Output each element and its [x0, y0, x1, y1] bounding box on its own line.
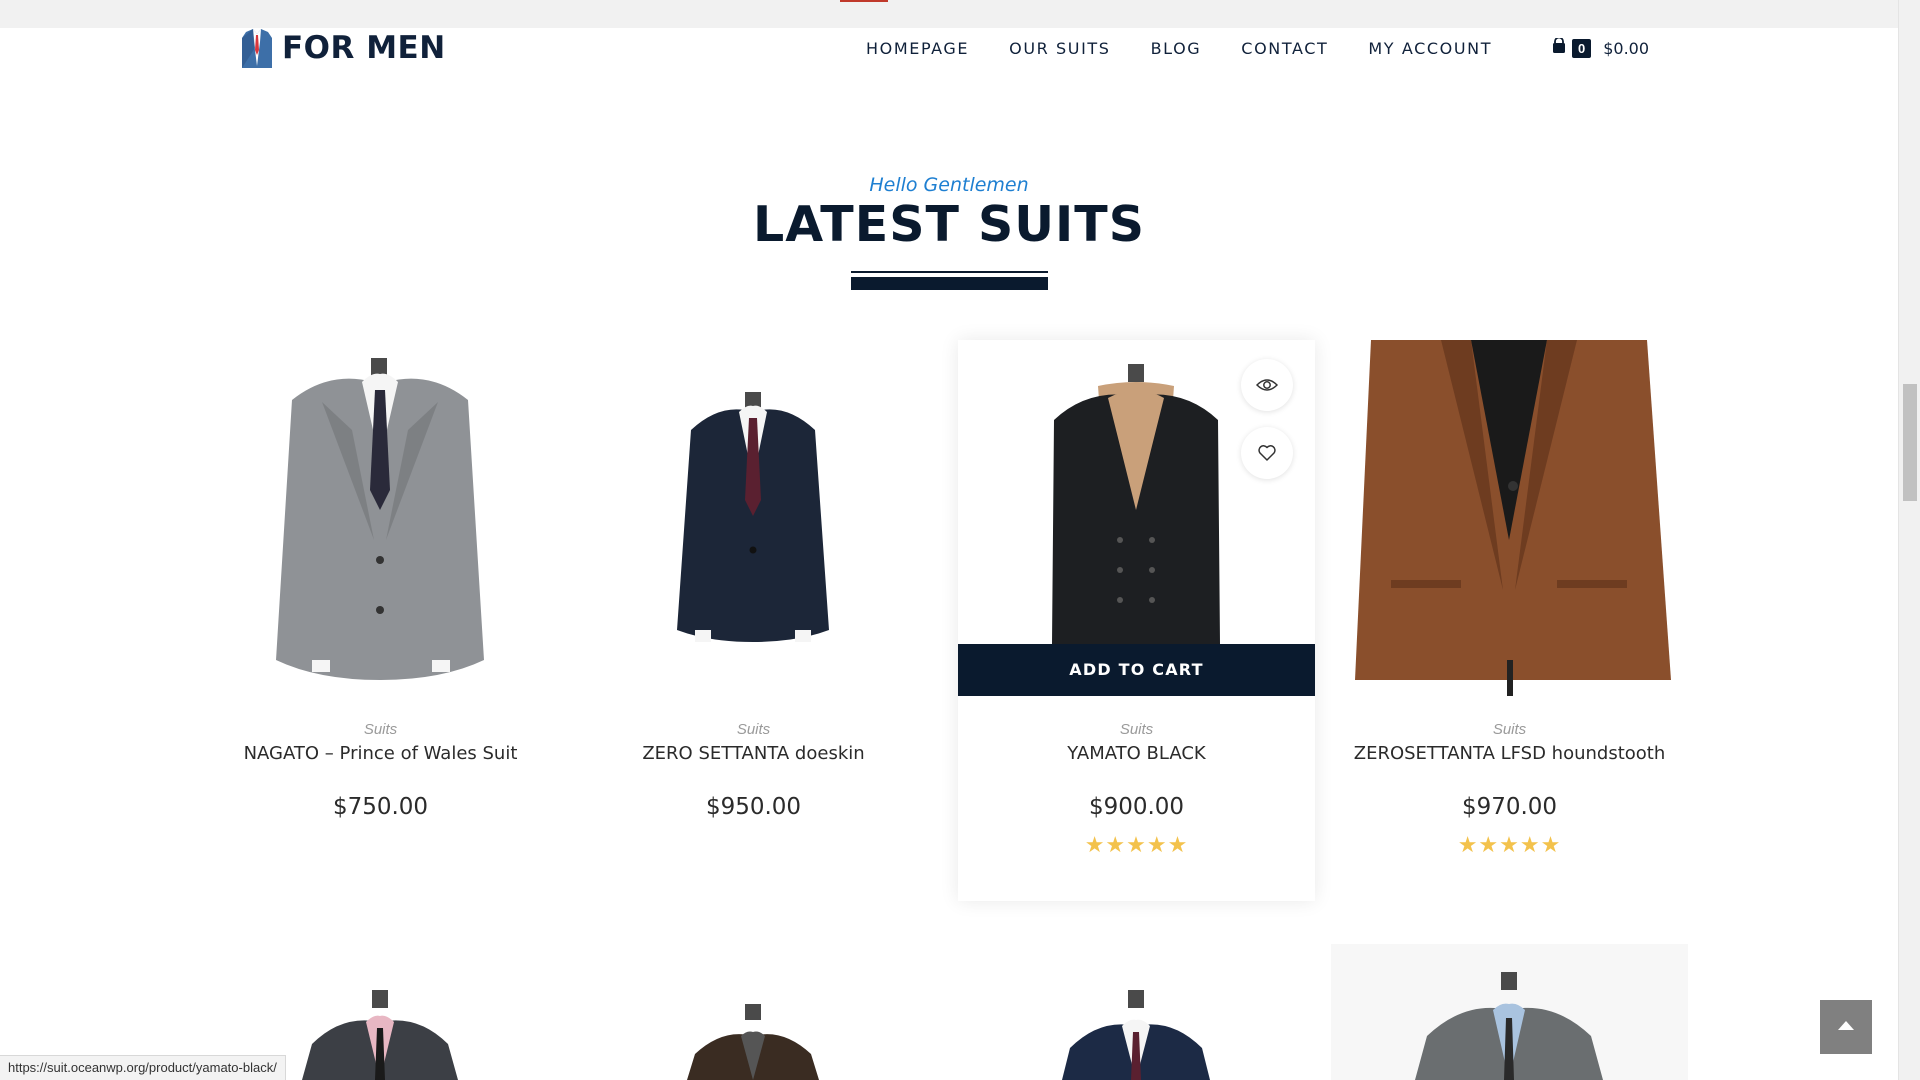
suit-jacket-image: [1331, 944, 1688, 1080]
cart-total: $0.00: [1603, 38, 1650, 58]
title-divider-thin: [851, 271, 1048, 273]
suit-logo-icon: [242, 28, 272, 68]
link-status-bar: https://suit.oceanwp.org/product/yamato-…: [0, 1055, 286, 1080]
product-image[interactable]: ADD TO CART: [958, 340, 1315, 696]
nav-our-suits[interactable]: OUR SUITS: [1009, 39, 1110, 58]
eye-icon: [1256, 377, 1278, 393]
scrollbar-thumb[interactable]: [1903, 384, 1917, 501]
heart-icon: [1258, 445, 1276, 461]
nav-my-account[interactable]: MY ACCOUNT: [1368, 39, 1492, 58]
product-name[interactable]: YAMATO BLACK: [958, 740, 1315, 767]
suit-jacket-image: [677, 392, 829, 642]
product-category[interactable]: Suits: [202, 721, 559, 738]
product-image[interactable]: [202, 340, 559, 696]
suit-jacket-image: [276, 358, 484, 680]
product-card[interactable]: Suits ZERO SETTANTA doeskin $950.00: [575, 340, 932, 820]
nav-homepage[interactable]: HOMEPAGE: [866, 39, 969, 58]
page-scrollbar[interactable]: [1898, 0, 1920, 1080]
product-name[interactable]: NAGATO – Prince of Wales Suit: [202, 740, 559, 767]
product-card[interactable]: Suits ZEROSETTANTA LFSD houndstooth $970…: [1331, 340, 1688, 858]
main-nav: HOMEPAGE OUR SUITS BLOG CONTACT MY ACCOU…: [866, 28, 1532, 68]
shopping-bag-icon: [1552, 36, 1566, 59]
section-subtitle: Hello Gentlemen: [869, 174, 1029, 196]
scroll-to-top-button[interactable]: [1820, 1000, 1872, 1054]
product-image-row2[interactable]: [958, 944, 1315, 1080]
rating-stars: ★★★★★: [1457, 832, 1562, 857]
loading-indicator: [840, 0, 888, 2]
nav-blog[interactable]: BLOG: [1151, 39, 1202, 58]
product-image-row2[interactable]: [1331, 944, 1688, 1080]
suit-jacket-image: [1355, 340, 1671, 696]
rating-stars: ★★★★★: [1084, 832, 1189, 857]
add-to-cart-button[interactable]: ADD TO CART: [958, 644, 1315, 696]
section-title: LATEST SUITS: [752, 196, 1146, 253]
title-divider-thick: [851, 277, 1048, 290]
product-price: $750.00: [332, 794, 429, 820]
quick-view-button[interactable]: [1241, 359, 1293, 411]
site-header: FOR MEN HOMEPAGE OUR SUITS BLOG CONTACT …: [0, 28, 1898, 68]
site-logo[interactable]: FOR MEN: [242, 28, 446, 68]
product-card-hovered[interactable]: ADD TO CART Suits YAMATO BLACK $900.00 ★…: [958, 340, 1315, 901]
suit-jacket-image: [687, 1004, 819, 1080]
suit-jacket-image: [1062, 990, 1210, 1080]
product-name[interactable]: ZEROSETTANTA LFSD houndstooth: [1331, 740, 1688, 767]
header-cart[interactable]: 0 $0.00: [1552, 36, 1649, 60]
chevron-up-icon: [1837, 1018, 1855, 1036]
product-image[interactable]: [575, 340, 932, 696]
product-price: $900.00: [1088, 794, 1185, 820]
product-category[interactable]: Suits: [575, 721, 932, 738]
nav-contact[interactable]: CONTACT: [1241, 39, 1328, 58]
product-image[interactable]: [1331, 340, 1688, 696]
product-name[interactable]: ZERO SETTANTA doeskin: [575, 740, 932, 767]
product-price: $970.00: [1461, 794, 1558, 820]
cart-count-badge: 0: [1572, 38, 1592, 58]
add-to-wishlist-button[interactable]: [1241, 427, 1293, 479]
product-card[interactable]: Suits NAGATO – Prince of Wales Suit $750…: [202, 340, 559, 820]
product-category[interactable]: Suits: [1331, 721, 1688, 738]
product-category[interactable]: Suits: [958, 721, 1315, 738]
product-price: $950.00: [705, 794, 802, 820]
product-image-row2[interactable]: [575, 944, 932, 1080]
logo-text: FOR MEN: [282, 30, 446, 66]
